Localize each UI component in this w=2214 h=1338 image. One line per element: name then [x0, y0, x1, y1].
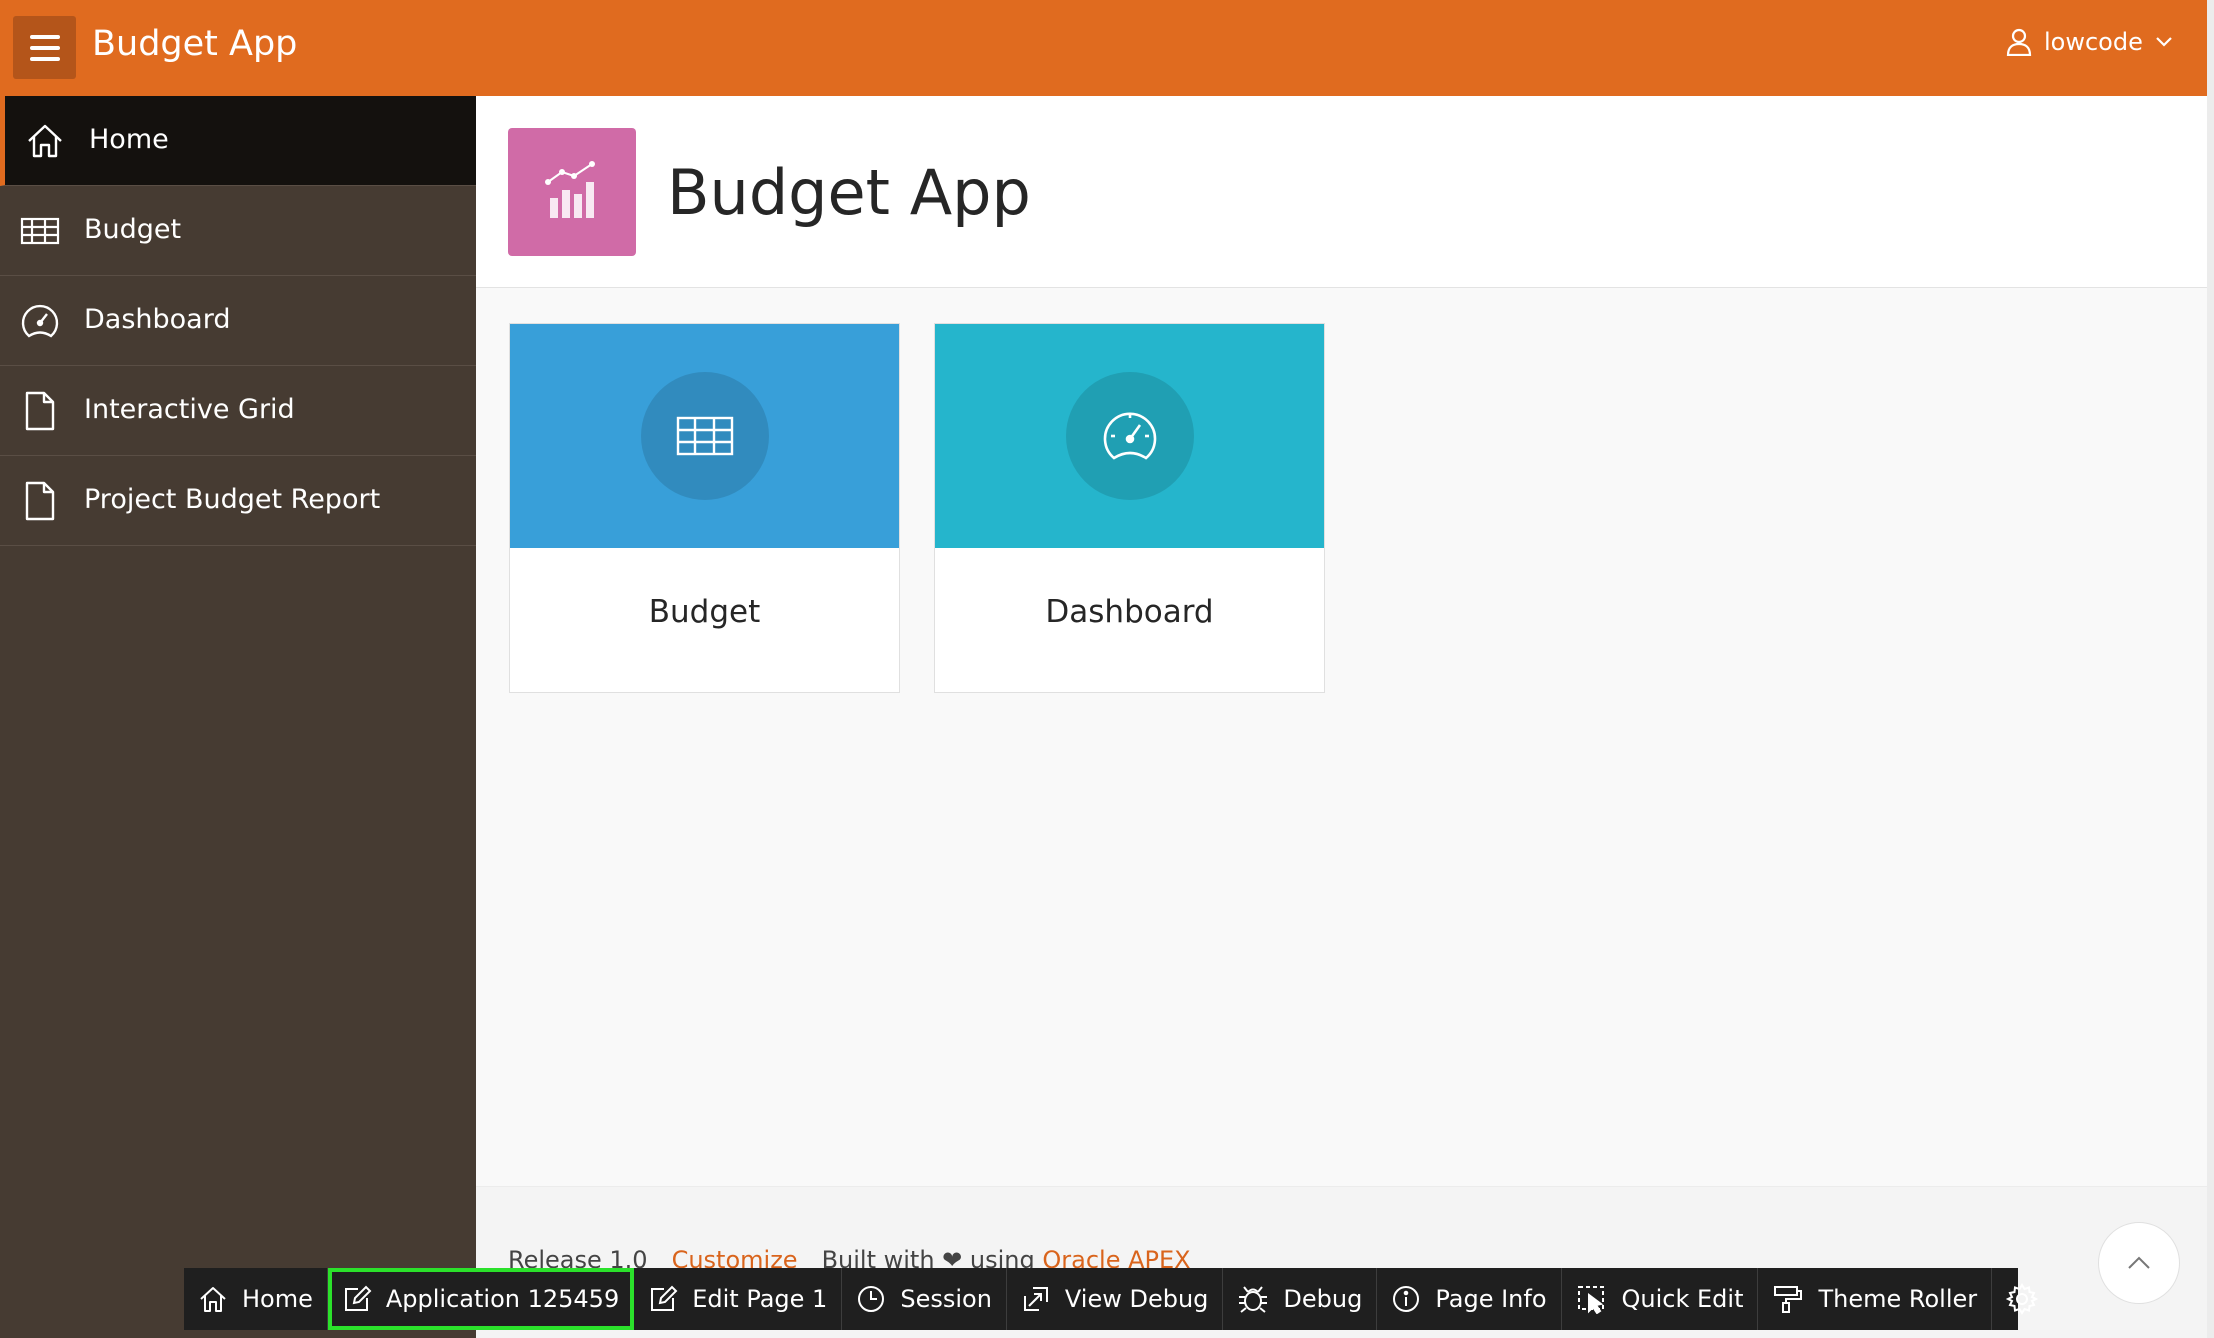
sidebar-item-label: Dashboard — [84, 304, 231, 335]
table-icon — [676, 416, 733, 456]
card-dashboard[interactable]: Dashboard — [934, 323, 1325, 693]
hero-region: Budget App — [476, 96, 2207, 288]
sidebar-item-home[interactable]: Home — [0, 96, 476, 186]
sidebar-item-label: Home — [89, 124, 169, 155]
developer-toolbar: Home Application 125459 Edit Page 1 Sess… — [184, 1268, 2039, 1330]
devbar-settings-button[interactable] — [1992, 1268, 2052, 1330]
info-icon — [1393, 1286, 1420, 1312]
main-content: Budget App Budget Dashboard Release 1.0 … — [476, 96, 2207, 1338]
devbar-session-button[interactable]: Session — [842, 1268, 1007, 1330]
scroll-to-top-button[interactable] — [2098, 1222, 2180, 1304]
page-title: Budget App — [667, 156, 1031, 229]
devbar-debug-button[interactable]: Debug — [1223, 1268, 1378, 1330]
view-debug-icon — [1023, 1287, 1048, 1311]
sidebar-nav: Home Budget Dashboard Interactive Grid P… — [0, 96, 476, 1338]
devbar-quick-edit-button[interactable]: Quick Edit — [1562, 1268, 1759, 1330]
sidebar-item-dashboard[interactable]: Dashboard — [0, 276, 476, 366]
devbar-label: Session — [900, 1285, 992, 1313]
file-icon — [17, 388, 63, 434]
sidebar-item-interactive-grid[interactable]: Interactive Grid — [0, 366, 476, 456]
devbar-label: View Debug — [1064, 1285, 1209, 1313]
card-banner — [510, 324, 899, 548]
devbar-application-button[interactable]: Application 125459 — [327, 1268, 635, 1330]
table-icon — [17, 208, 63, 254]
paint-roller-icon — [1774, 1286, 1803, 1313]
file-icon — [17, 478, 63, 524]
chevron-up-icon — [2128, 1256, 2150, 1269]
gear-icon — [2006, 1283, 2039, 1315]
edit-page-icon — [651, 1285, 678, 1311]
top-header: Budget App lowcode — [0, 0, 2207, 96]
bug-icon — [1239, 1286, 1268, 1313]
hamburger-line — [29, 56, 60, 61]
devbar-edit-page-button[interactable]: Edit Page 1 — [634, 1268, 843, 1330]
devbar-label: Edit Page 1 — [692, 1285, 828, 1313]
devbar-label: Debug — [1283, 1285, 1363, 1313]
user-name: lowcode — [2044, 28, 2143, 56]
hamburger-line — [29, 34, 60, 39]
window-edge — [2207, 0, 2214, 1338]
gauge-icon — [1103, 412, 1156, 460]
devbar-label: Quick Edit — [1621, 1285, 1744, 1313]
sidebar-item-label: Project Budget Report — [84, 484, 381, 515]
app-title[interactable]: Budget App — [92, 24, 297, 64]
gauge-icon — [17, 298, 63, 344]
devbar-label: Theme Roller — [1818, 1285, 1978, 1313]
devbar-page-info-button[interactable]: Page Info — [1377, 1268, 1562, 1330]
devbar-label: Home — [242, 1285, 313, 1313]
user-icon — [2006, 28, 2032, 56]
card-banner — [935, 324, 1324, 548]
card-label: Budget — [648, 594, 761, 630]
chart-icon — [508, 128, 636, 256]
card-budget[interactable]: Budget — [509, 323, 900, 693]
card-icon-circle — [1065, 372, 1194, 500]
chevron-down-icon — [2156, 37, 2172, 47]
sidebar-item-label: Budget — [84, 214, 182, 245]
devbar-label: Application 125459 — [385, 1285, 620, 1313]
devbar-home-button[interactable]: Home — [184, 1268, 328, 1330]
clock-icon — [858, 1286, 885, 1312]
sidebar-item-budget[interactable]: Budget — [0, 186, 476, 276]
card-icon-circle — [640, 372, 769, 500]
home-icon — [22, 118, 68, 164]
edit-app-icon — [344, 1285, 372, 1311]
card-label: Dashboard — [1045, 594, 1214, 630]
devbar-view-debug-button[interactable]: View Debug — [1007, 1268, 1224, 1330]
sidebar-item-label: Interactive Grid — [84, 394, 295, 425]
user-menu[interactable]: lowcode — [2006, 28, 2173, 56]
devbar-label: Page Info — [1435, 1285, 1547, 1313]
quick-edit-icon — [1577, 1286, 1604, 1314]
devbar-theme-roller-button[interactable]: Theme Roller — [1758, 1268, 1993, 1330]
hamburger-menu-button[interactable] — [13, 16, 76, 79]
hamburger-line — [29, 45, 60, 50]
sidebar-item-project-budget-report[interactable]: Project Budget Report — [0, 456, 476, 546]
home-icon — [200, 1287, 226, 1312]
